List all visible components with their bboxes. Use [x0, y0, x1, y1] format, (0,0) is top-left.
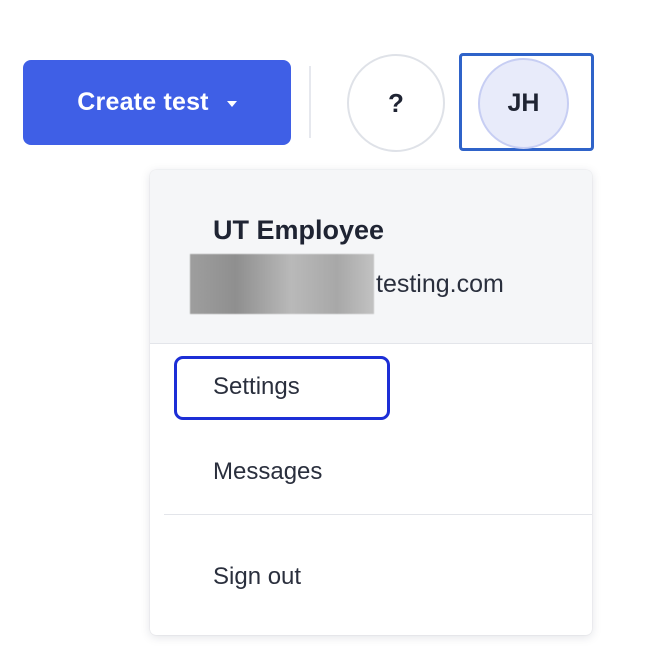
app-header-area: Create test ? JH UT Employee testing.com…	[0, 0, 646, 670]
create-test-label: Create test	[77, 88, 209, 116]
user-name: UT Employee	[213, 215, 385, 245]
account-menu-header: UT Employee testing.com	[150, 170, 592, 344]
header-divider	[309, 66, 311, 138]
help-button[interactable]: ?	[347, 54, 445, 152]
email-redaction-mask	[190, 254, 374, 314]
create-test-button[interactable]: Create test	[23, 60, 291, 145]
avatar[interactable]: JH	[478, 58, 569, 149]
help-button-label: ?	[388, 87, 404, 118]
menu-item-sign-out[interactable]: Sign out	[213, 563, 301, 591]
menu-divider	[164, 514, 592, 515]
avatar-initials: JH	[507, 89, 540, 117]
user-email: testing.com	[190, 254, 504, 314]
caret-down-icon	[226, 100, 237, 107]
menu-item-settings[interactable]: Settings	[213, 373, 300, 401]
account-dropdown-menu: UT Employee testing.com Settings Message…	[150, 170, 592, 635]
menu-item-messages[interactable]: Messages	[213, 458, 322, 486]
user-email-domain: testing.com	[376, 269, 504, 298]
